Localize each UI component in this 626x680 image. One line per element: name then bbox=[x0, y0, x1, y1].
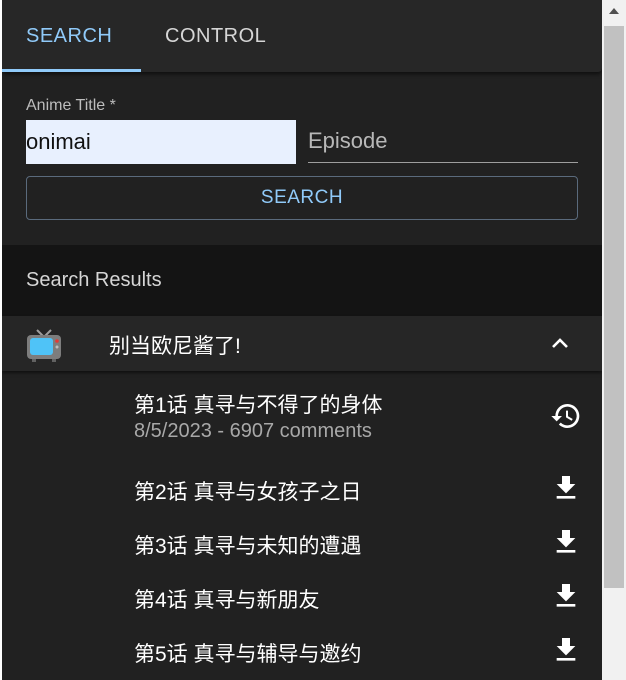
download-icon[interactable] bbox=[550, 634, 582, 666]
episode-meta: 8/5/2023 - 6907 comments bbox=[134, 420, 372, 442]
tv-icon bbox=[27, 329, 61, 362]
chevron-up-icon[interactable] bbox=[548, 332, 572, 356]
search-button[interactable]: SEARCH bbox=[26, 176, 578, 220]
episode-title: 第5话 真寻与辅导与邀约 bbox=[134, 643, 362, 666]
scroll-up-arrow-icon[interactable] bbox=[608, 6, 620, 16]
search-results-header: Search Results bbox=[2, 245, 602, 316]
extension-panel: SEARCH CONTROL Anime Title * SEARCH Sear… bbox=[2, 0, 602, 680]
episode-row-5[interactable]: 第5话 真寻与辅导与邀约 bbox=[2, 622, 602, 676]
episode-title: 第1话 真寻与不得了的身体 bbox=[134, 394, 383, 417]
tab-search[interactable]: SEARCH bbox=[26, 0, 112, 72]
episode-row-2[interactable]: 第2话 真寻与女孩子之日 bbox=[2, 460, 602, 514]
episode-row-4[interactable]: 第4话 真寻与新朋友 bbox=[2, 568, 602, 622]
vertical-scrollbar[interactable] bbox=[602, 0, 626, 680]
anime-title: 别当欧尼酱了! bbox=[109, 335, 241, 358]
anime-title-input[interactable] bbox=[26, 120, 296, 164]
active-tab-indicator bbox=[2, 69, 141, 72]
search-results-title: Search Results bbox=[26, 269, 162, 291]
download-icon[interactable] bbox=[550, 472, 582, 504]
tab-control[interactable]: CONTROL bbox=[165, 0, 266, 72]
episode-title: 第2话 真寻与女孩子之日 bbox=[134, 481, 362, 504]
anime-result-row[interactable]: 别当欧尼酱了! bbox=[2, 316, 602, 371]
history-icon[interactable] bbox=[550, 400, 582, 432]
episode-row-3[interactable]: 第3话 真寻与未知的遭遇 bbox=[2, 514, 602, 568]
tab-bar: SEARCH CONTROL bbox=[2, 0, 602, 72]
episode-row-1[interactable]: 第1话 真寻与不得了的身体 8/5/2023 - 6907 comments bbox=[2, 378, 602, 448]
episode-title: 第4话 真寻与新朋友 bbox=[134, 589, 320, 612]
episode-input[interactable] bbox=[308, 120, 578, 163]
download-icon[interactable] bbox=[550, 526, 582, 558]
episode-title: 第3话 真寻与未知的遭遇 bbox=[134, 535, 362, 558]
download-icon[interactable] bbox=[550, 580, 582, 612]
scrollbar-thumb[interactable] bbox=[604, 26, 624, 588]
anime-title-label: Anime Title * bbox=[26, 97, 116, 114]
